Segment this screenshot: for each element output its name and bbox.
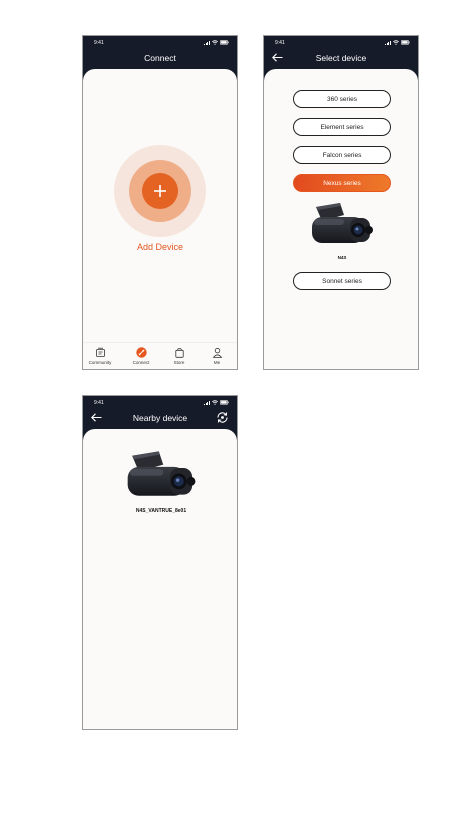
status-bar: 9:41 — [83, 36, 237, 50]
nearby-device-item[interactable]: N4S_VANTRUE_8e01 — [121, 449, 201, 519]
connect-screen: 9:41 Connect Add Device Community Connec… — [82, 35, 238, 370]
plus-icon — [154, 185, 166, 197]
series-button-falcon[interactable]: Falcon series — [293, 146, 391, 164]
battery-icon — [220, 400, 229, 405]
battery-icon — [220, 40, 229, 45]
content-card: N4S_VANTRUE_8e01 — [83, 429, 237, 729]
add-device-ring — [129, 160, 191, 222]
refresh-scan-icon[interactable] — [216, 411, 229, 424]
status-bar: 9:41 — [83, 396, 237, 410]
signal-icon — [204, 40, 210, 45]
content-card: Add Device Community Connect Store Me — [83, 69, 237, 369]
device-name: N4S_VANTRUE_8e01 — [135, 508, 187, 514]
nav-label-store: Store — [173, 360, 185, 365]
series-button-sonnet[interactable]: Sonnet series — [293, 272, 391, 290]
product-label: N4S — [337, 255, 347, 260]
add-device-button[interactable] — [114, 145, 206, 237]
status-icons — [204, 40, 229, 45]
dashcam-image — [312, 203, 373, 243]
community-icon — [95, 347, 106, 358]
wifi-icon — [393, 40, 399, 45]
status-icons — [385, 40, 410, 45]
status-time: 9:41 — [94, 40, 104, 46]
battery-icon — [401, 40, 410, 45]
store-icon — [174, 347, 185, 358]
status-bar: 9:41 — [264, 36, 418, 50]
content-card: 360 series Element series Falcon series … — [264, 69, 418, 369]
bottom-nav: Community Connect Store Me — [83, 342, 237, 369]
wifi-icon — [212, 40, 218, 45]
nav-label-connect: Connect — [132, 360, 150, 365]
status-time: 9:41 — [94, 400, 104, 406]
nav-item-connect[interactable]: Connect — [126, 347, 156, 365]
nearby-device-screen: 9:41 Nearby device N4S_VANTRUE_8e01 — [82, 395, 238, 730]
nav-label-community: Community — [88, 360, 112, 365]
signal-icon — [385, 40, 391, 45]
select-device-screen: 9:41 Select device 360 series Element se… — [263, 35, 419, 370]
nav-label-me: Me — [213, 360, 221, 365]
page-title: Select device — [315, 53, 367, 63]
add-device-label[interactable]: Add Device — [83, 242, 237, 252]
wifi-icon — [212, 400, 218, 405]
nav-item-community[interactable]: Community — [85, 347, 115, 365]
page-title: Nearby device — [132, 413, 188, 423]
product-card-n4s[interactable]: N4S — [306, 201, 378, 263]
nav-item-store[interactable]: Store — [164, 347, 194, 365]
status-icons — [204, 400, 229, 405]
me-icon — [212, 347, 223, 358]
series-button-element[interactable]: Element series — [293, 118, 391, 136]
page-title: Connect — [144, 53, 176, 63]
dashcam-image — [127, 451, 196, 496]
nav-item-me[interactable]: Me — [202, 347, 232, 365]
add-device-core — [142, 173, 178, 209]
status-time: 9:41 — [275, 40, 285, 46]
series-button-360[interactable]: 360 series — [293, 90, 391, 108]
series-button-nexus[interactable]: Nexus series — [293, 174, 391, 192]
connect-icon — [135, 347, 147, 358]
signal-icon — [204, 400, 210, 405]
